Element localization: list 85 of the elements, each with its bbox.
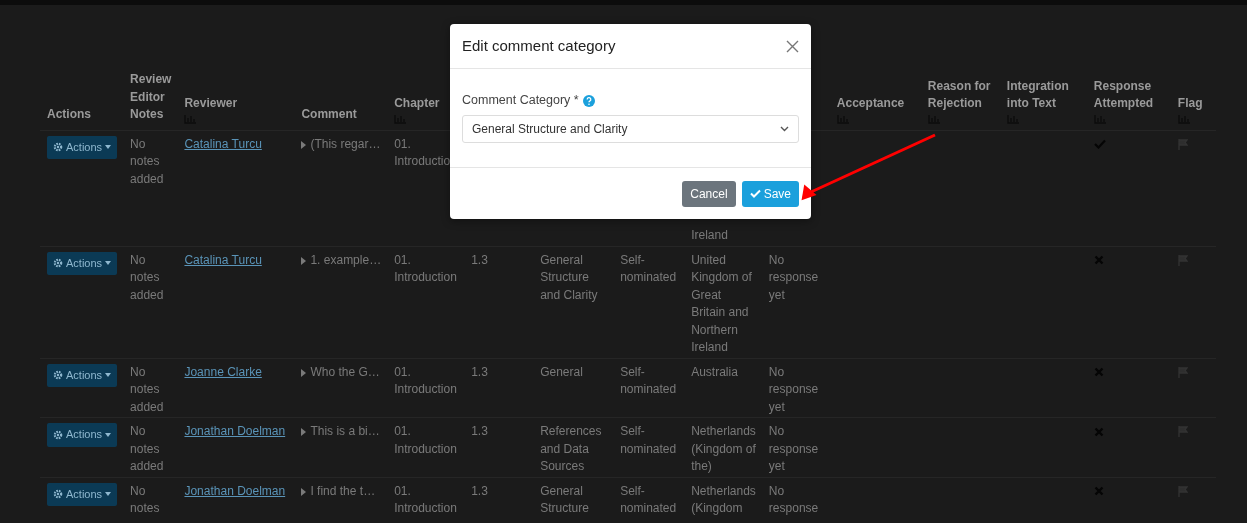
- flag-icon[interactable]: [1177, 426, 1188, 438]
- column-header: Reason for Rejection: [927, 78, 991, 110]
- caret-icon: [105, 373, 112, 378]
- actions-dropdown-button[interactable]: Actions: [47, 423, 118, 447]
- gear-icon: [53, 142, 63, 153]
- actions-dropdown-button[interactable]: Actions: [47, 482, 118, 506]
- table-cell-text: Self-nominated: [620, 364, 677, 396]
- column-header: Reviewer: [184, 96, 238, 110]
- flag-icon[interactable]: [1177, 485, 1188, 497]
- help-icon[interactable]: [582, 94, 595, 107]
- reviewer-link[interactable]: Jonathan Doelman: [184, 483, 286, 498]
- category-select[interactable]: General Structure and Clarity: [462, 115, 799, 143]
- gear-icon: [53, 429, 63, 440]
- actions-dropdown-button[interactable]: Actions: [47, 135, 118, 159]
- table-cell-text: Australia: [691, 364, 738, 379]
- column-header: Chapter: [394, 96, 440, 110]
- table-cell-text: No notes added: [130, 424, 164, 473]
- flag-icon[interactable]: [1177, 366, 1188, 378]
- caret-icon: [105, 145, 112, 150]
- table-cell-text: 1.3: [471, 483, 488, 498]
- column-header: Integration into Text: [1006, 78, 1069, 110]
- expand-triangle-icon[interactable]: [301, 256, 307, 265]
- caret-icon: [105, 492, 112, 497]
- table-cell-text: 01. Introduction: [394, 483, 457, 515]
- column-header: Actions: [47, 107, 91, 121]
- table-cell-text: 1.3: [471, 252, 488, 267]
- expand-triangle-icon[interactable]: [301, 428, 307, 436]
- checkmark-icon: [749, 189, 761, 198]
- reviewer-link[interactable]: Joanne Clarke: [184, 364, 262, 379]
- actions-dropdown-button[interactable]: Actions: [47, 363, 118, 387]
- table-cell-text: 01. Introduction: [394, 252, 457, 284]
- column-header: Response Attempted: [1093, 78, 1154, 110]
- table-cell-text: No response: [768, 483, 819, 515]
- table-cell-text: Netherlands (Kingdom of the): [691, 424, 756, 473]
- table-cell-text: General: [540, 364, 583, 379]
- column-header: Review Editor Notes: [130, 72, 172, 121]
- gear-icon: [53, 258, 63, 269]
- flag-icon[interactable]: [1177, 138, 1188, 150]
- actions-dropdown-button[interactable]: Actions: [47, 251, 118, 275]
- gear-icon: [53, 370, 63, 381]
- table-cell-text: No response yet: [768, 364, 819, 414]
- close-icon[interactable]: [786, 39, 799, 53]
- comment-preview: This is a bi…: [310, 423, 380, 440]
- comment-preview: 1. example…: [310, 251, 382, 269]
- table-cell-text: No notes: [130, 483, 160, 515]
- comment-preview: I find the t…: [310, 482, 376, 500]
- table-cell-text: Netherlands (Kingdom: [691, 483, 756, 515]
- table-cell-text: No response yet: [768, 424, 819, 473]
- reviewer-link[interactable]: Catalina Turcu: [184, 252, 262, 267]
- column-header: Flag: [1177, 96, 1203, 110]
- column-header: Acceptance: [836, 96, 905, 110]
- chevron-down-icon: [780, 126, 789, 132]
- table-cell-text: No response yet: [768, 252, 819, 302]
- table-cell-text: General Structure: [540, 483, 589, 515]
- table-cell-text: United Kingdom of Great Britain and Northern Ireland: [691, 252, 752, 354]
- expand-triangle-icon[interactable]: [301, 140, 307, 149]
- table-cell-text: 01. Introduction: [394, 424, 457, 456]
- table-cell-text: No notes added: [130, 252, 164, 302]
- caret-icon: [105, 432, 112, 437]
- caret-icon: [105, 261, 112, 266]
- flag-icon[interactable]: [1177, 254, 1188, 266]
- table-cell-text: 1.3: [471, 364, 488, 379]
- table-cell-text: General Structure and Clarity: [540, 252, 598, 302]
- table-cell-text: Self-nominated: [620, 483, 677, 515]
- table-cell-text: No notes added: [130, 136, 164, 186]
- table-cell-text: No notes added: [130, 364, 164, 414]
- comment-preview: Who the G…: [310, 363, 380, 381]
- expand-triangle-icon[interactable]: [301, 368, 307, 377]
- reviewer-link[interactable]: Jonathan Doelman: [184, 424, 286, 438]
- column-header: Comment: [301, 107, 357, 121]
- table-cell-text: 1.3: [471, 424, 488, 438]
- table-cell-text: Self-nominated: [620, 252, 677, 284]
- field-label: Comment Category *: [462, 92, 579, 109]
- save-button[interactable]: Save: [741, 180, 799, 207]
- reviewer-link[interactable]: Catalina Turcu: [184, 136, 262, 151]
- comment-preview: (This regar…: [310, 135, 381, 153]
- table-cell-text: 01. Introductio: [394, 136, 451, 168]
- cancel-button[interactable]: Cancel: [682, 180, 736, 207]
- modal-title: Edit comment category: [462, 37, 616, 55]
- table-cell-text: 01. Introduction: [394, 364, 457, 396]
- table-cell-text: References and Data Sources: [540, 424, 602, 473]
- gear-icon: [53, 489, 63, 500]
- expand-triangle-icon[interactable]: [301, 487, 307, 496]
- table-cell-text: Self-nominated: [620, 424, 677, 456]
- table-cell-text: Ireland: [691, 228, 728, 242]
